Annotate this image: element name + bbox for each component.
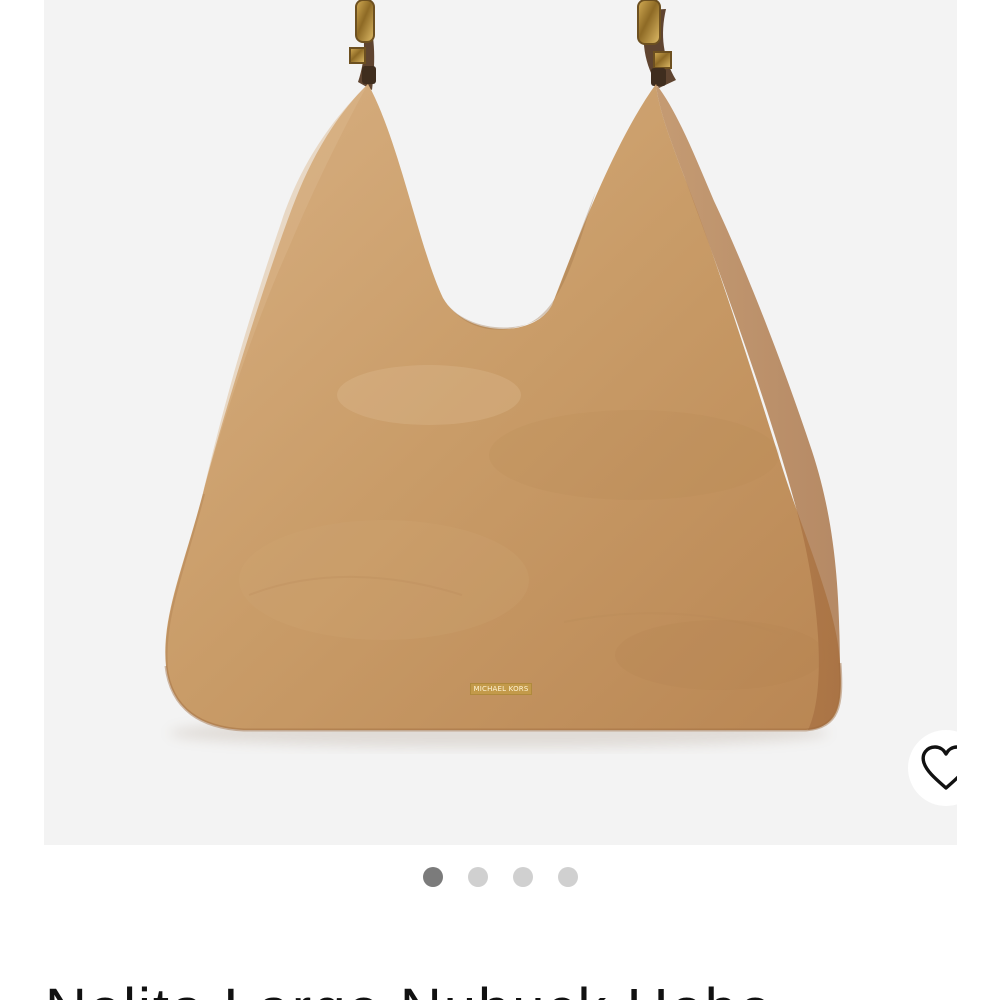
carousel-dot-4[interactable] (557, 867, 578, 887)
image-carousel-dots (0, 867, 1000, 889)
product-title: Nolita Large Nubuck Hobo (45, 978, 985, 1000)
product-image (44, 0, 957, 845)
product-image-panel[interactable]: MICHAEL KORS (44, 0, 957, 845)
carousel-dot-1[interactable] (422, 867, 443, 887)
carousel-dot-2[interactable] (467, 867, 488, 887)
carousel-dot-3[interactable] (512, 867, 533, 887)
product-page: MICHAEL KORS Nolita Large Nubuck Hobo (0, 0, 1000, 1000)
brand-logo-plate: MICHAEL KORS (470, 683, 532, 695)
heart-icon (921, 745, 957, 790)
